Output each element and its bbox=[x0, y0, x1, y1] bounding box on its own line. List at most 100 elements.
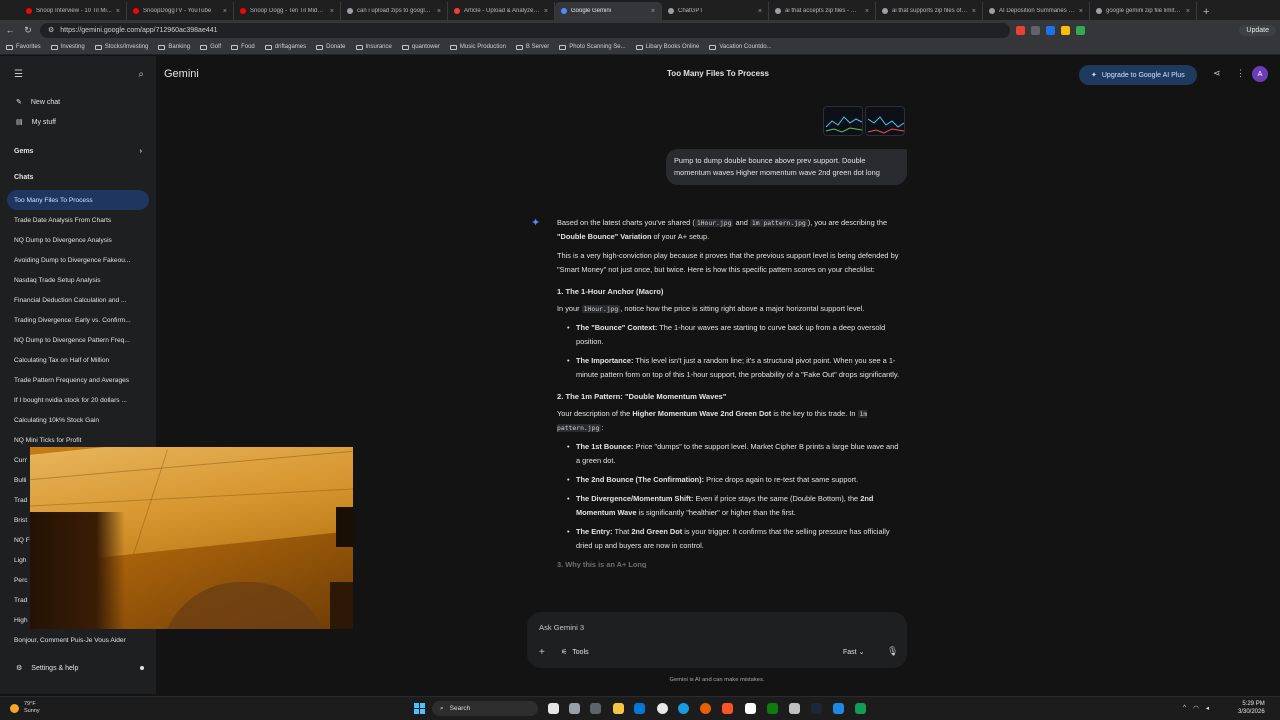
browser-tab[interactable]: Google Gemini × bbox=[555, 2, 662, 20]
app-icon[interactable] bbox=[855, 703, 866, 714]
more-vert-icon[interactable]: ⋮ bbox=[1236, 68, 1245, 79]
browser-tab[interactable]: can i upload zips to google... × bbox=[341, 2, 448, 20]
chart-thumbnail[interactable] bbox=[823, 106, 863, 136]
chat-history-item[interactable]: NQ Dump to Divergence Analysis bbox=[7, 230, 149, 250]
extension-icon[interactable] bbox=[1046, 25, 1055, 35]
avatar[interactable]: A bbox=[1252, 66, 1268, 82]
bookmark-item[interactable]: Music Production bbox=[449, 44, 506, 50]
mode-selector[interactable]: Fast ⌄ bbox=[843, 648, 864, 656]
task-view-icon[interactable] bbox=[548, 703, 559, 714]
edge-icon[interactable] bbox=[678, 703, 689, 714]
system-clock[interactable]: 5:29 PM 3/30/2026 bbox=[1238, 700, 1265, 716]
gems-section[interactable]: Gems › bbox=[0, 138, 156, 164]
file-explorer-icon[interactable] bbox=[613, 703, 624, 714]
xbox-icon[interactable] bbox=[767, 703, 778, 714]
close-icon[interactable]: × bbox=[330, 8, 334, 15]
my-stuff-button[interactable]: ▤ My stuff bbox=[0, 112, 156, 132]
app-icon[interactable] bbox=[789, 703, 800, 714]
volume-icon[interactable]: ◂ bbox=[1206, 704, 1209, 712]
bookmark-item[interactable]: driftagames bbox=[264, 44, 306, 50]
app-icon[interactable] bbox=[590, 703, 601, 714]
chat-history-item[interactable]: Too Many Files To Process bbox=[7, 190, 149, 210]
new-tab-icon[interactable]: + bbox=[1197, 6, 1215, 20]
close-icon[interactable]: × bbox=[972, 8, 976, 15]
browser-tab[interactable]: Snoop Interview - 10 Til Mi... × bbox=[20, 2, 127, 20]
chat-history-item[interactable]: Bonjour, Comment Puis-Je Vous Aider bbox=[7, 630, 149, 650]
browser-tab[interactable]: AI Deposition Summaries &... × bbox=[983, 2, 1090, 20]
close-icon[interactable]: × bbox=[116, 8, 120, 15]
steam-icon[interactable] bbox=[811, 703, 822, 714]
chat-history-item[interactable]: If I bought nvidia stock for 20 dollars … bbox=[7, 390, 149, 410]
bookmark-item[interactable]: Photo Scanning Se... bbox=[559, 44, 626, 50]
settings-app-icon[interactable] bbox=[569, 703, 580, 714]
bookmark-item[interactable]: Food bbox=[231, 44, 255, 50]
bookmark-item[interactable]: Donate bbox=[316, 44, 346, 50]
close-icon[interactable]: × bbox=[437, 8, 441, 15]
chat-history-item[interactable]: Financial Deduction Calculation and ... bbox=[7, 290, 149, 310]
system-tray[interactable]: ^ ◠ ◂ bbox=[1183, 704, 1209, 712]
wifi-icon[interactable]: ◠ bbox=[1193, 704, 1199, 712]
bookmark-item[interactable]: B Server bbox=[515, 44, 549, 50]
bookmark-item[interactable]: Favorites bbox=[6, 44, 41, 50]
add-icon[interactable]: + bbox=[539, 647, 545, 658]
chat-history-item[interactable]: Calculating Tax on Half of Million bbox=[7, 350, 149, 370]
chrome-icon[interactable] bbox=[657, 703, 668, 714]
bookmark-item[interactable]: Investing bbox=[50, 44, 85, 50]
chat-history-item[interactable]: Nasdaq Trade Setup Analysis bbox=[7, 270, 149, 290]
extension-icon[interactable] bbox=[1031, 25, 1040, 35]
bookmark-item[interactable]: Stocks/Investing bbox=[94, 44, 148, 50]
share-icon[interactable]: ⋖ bbox=[1213, 68, 1221, 79]
chat-history-item[interactable]: Trade Date Analysis From Charts bbox=[7, 210, 149, 230]
extension-icon[interactable] bbox=[1061, 25, 1070, 35]
chrome-update-button[interactable]: Update bbox=[1239, 24, 1276, 36]
chat-history-item[interactable]: NQ Dump to Divergence Pattern Freq... bbox=[7, 330, 149, 350]
windows-start-icon[interactable] bbox=[414, 703, 425, 714]
bookmark-item[interactable]: Insurance bbox=[355, 44, 392, 50]
close-icon[interactable]: × bbox=[865, 8, 869, 15]
close-icon[interactable]: × bbox=[544, 8, 548, 15]
microphone-icon[interactable]: 🎙︎ bbox=[887, 646, 898, 657]
url-omnibox[interactable]: ⚙ https://gemini.google.com/app/712960ac… bbox=[40, 22, 1010, 38]
settings-help-button[interactable]: ⚙ Settings & help bbox=[0, 658, 156, 678]
chart-thumbnail[interactable] bbox=[865, 106, 905, 136]
browser-tab[interactable]: Article - Upload & Analyze ... × bbox=[448, 2, 555, 20]
upgrade-button[interactable]: ✦ Upgrade to Google AI Plus bbox=[1079, 65, 1197, 85]
taskbar-search[interactable]: ⌕ Search bbox=[432, 701, 538, 716]
reload-icon[interactable]: ↻ bbox=[22, 25, 34, 36]
app-icon[interactable] bbox=[745, 703, 756, 714]
close-icon[interactable]: × bbox=[1079, 8, 1083, 15]
tools-button[interactable]: ⚟ Tools bbox=[561, 648, 589, 657]
browser-tab[interactable]: ai that supports zip files of ... × bbox=[876, 2, 983, 20]
new-chat-button[interactable]: ✎ New chat bbox=[0, 92, 156, 112]
search-icon[interactable]: ⌕ bbox=[138, 69, 144, 80]
extension-icon[interactable] bbox=[1076, 25, 1085, 35]
close-icon[interactable]: × bbox=[223, 8, 227, 15]
firefox-icon[interactable] bbox=[700, 703, 711, 714]
chat-history-item[interactable]: Trade Pattern Frequency and Averages bbox=[7, 370, 149, 390]
menu-icon[interactable]: ☰ bbox=[14, 69, 23, 80]
browser-tab[interactable]: google gemini zip file limits... × bbox=[1090, 2, 1197, 20]
weather-widget[interactable]: 79°F Sunny bbox=[10, 701, 40, 715]
bookmark-item[interactable]: Libary Books Online bbox=[635, 44, 699, 50]
chat-history-item[interactable]: Calculating 10k% Stock Gain bbox=[7, 410, 149, 430]
close-icon[interactable]: × bbox=[758, 8, 762, 15]
back-icon[interactable]: ← bbox=[4, 25, 16, 35]
bookmark-item[interactable]: Banking bbox=[158, 44, 190, 50]
brave-icon[interactable] bbox=[722, 703, 733, 714]
chevron-up-icon[interactable]: ^ bbox=[1183, 704, 1186, 712]
site-info-icon[interactable]: ⚙ bbox=[48, 26, 54, 34]
bookmark-item[interactable]: Vacation Countdo... bbox=[709, 44, 772, 50]
close-icon[interactable]: × bbox=[1186, 8, 1190, 15]
outlook-icon[interactable] bbox=[634, 703, 645, 714]
bookmark-item[interactable]: Golf bbox=[200, 44, 221, 50]
app-icon[interactable] bbox=[833, 703, 844, 714]
extension-icon[interactable] bbox=[1016, 25, 1025, 35]
browser-tab[interactable]: ai that accepts zip files - Go... × bbox=[769, 2, 876, 20]
prompt-input-box[interactable]: Ask Gemini 3 + ⚟ Tools Fast ⌄ 🎙︎ bbox=[527, 612, 907, 668]
bookmark-item[interactable]: quantower bbox=[401, 44, 440, 50]
chat-history-item[interactable]: Trading Divergence: Early vs. Confirm... bbox=[7, 310, 149, 330]
browser-tab[interactable]: ChatGPT × bbox=[662, 2, 769, 20]
chat-history-item[interactable]: Avoiding Dump to Divergence Fakeou... bbox=[7, 250, 149, 270]
browser-tab[interactable]: SnoopDoggTV - YouTube × bbox=[127, 2, 234, 20]
browser-tab[interactable]: Snoop Dogg - Ten Til Midni... × bbox=[234, 2, 341, 20]
